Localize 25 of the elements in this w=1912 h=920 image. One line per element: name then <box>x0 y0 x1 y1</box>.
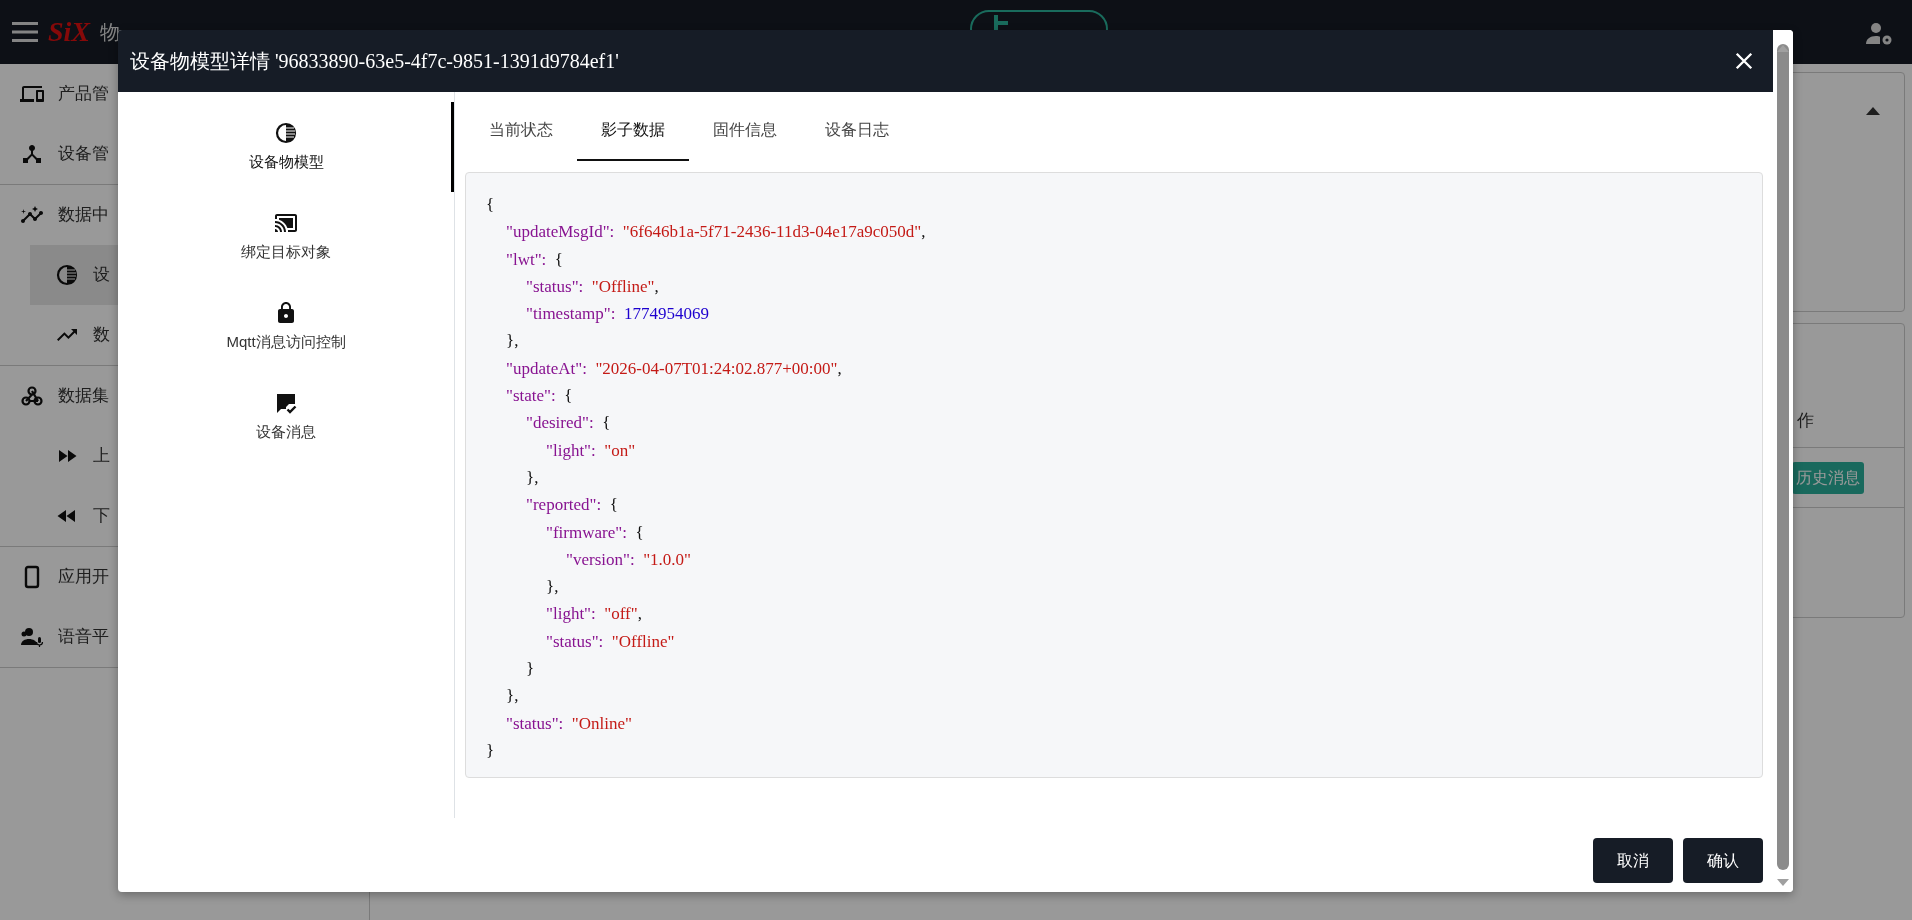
code-line: }, <box>505 330 519 353</box>
code-line: "status": "Offline" <box>545 630 675 653</box>
code-line: }, <box>545 576 559 599</box>
code-line: "version": "1.0.0" <box>565 548 692 571</box>
platform-title: 物 <box>100 20 121 45</box>
code-line: "status": "Offline", <box>525 275 659 298</box>
code-line: }, <box>505 685 519 708</box>
code-line: "desired": { <box>525 412 611 435</box>
code-line: { <box>486 194 495 216</box>
code-line: "light": "off", <box>545 603 642 626</box>
code-line: "light": "on" <box>545 439 636 462</box>
code-line: "status": "Online" <box>505 712 632 735</box>
code-line: "updateMsgId": "6f646b1a-5f71-2436-11d3-04e17a9c050d", <box>505 221 926 244</box>
code-line: } <box>486 739 495 762</box>
logo-text: SiX <box>48 15 91 49</box>
code-line: "lwt": { <box>505 248 563 271</box>
dialog-title: 设备物模型详情 '96833890-63e5-4f7c-9851-1391d9784ef1' <box>130 49 619 74</box>
code-line: } <box>525 658 535 681</box>
code-line: "firmware": { <box>545 521 644 544</box>
code-line: "timestamp": 1774954069 <box>525 303 709 326</box>
code-line: "updateAt": "2026-04-07T01:24:02.877+00:00", <box>505 357 842 380</box>
column-heading: 作 <box>1797 409 1814 432</box>
code-line: }, <box>525 466 539 489</box>
code-line: "reported": { <box>525 494 618 517</box>
code-line: "state": { <box>505 385 573 408</box>
